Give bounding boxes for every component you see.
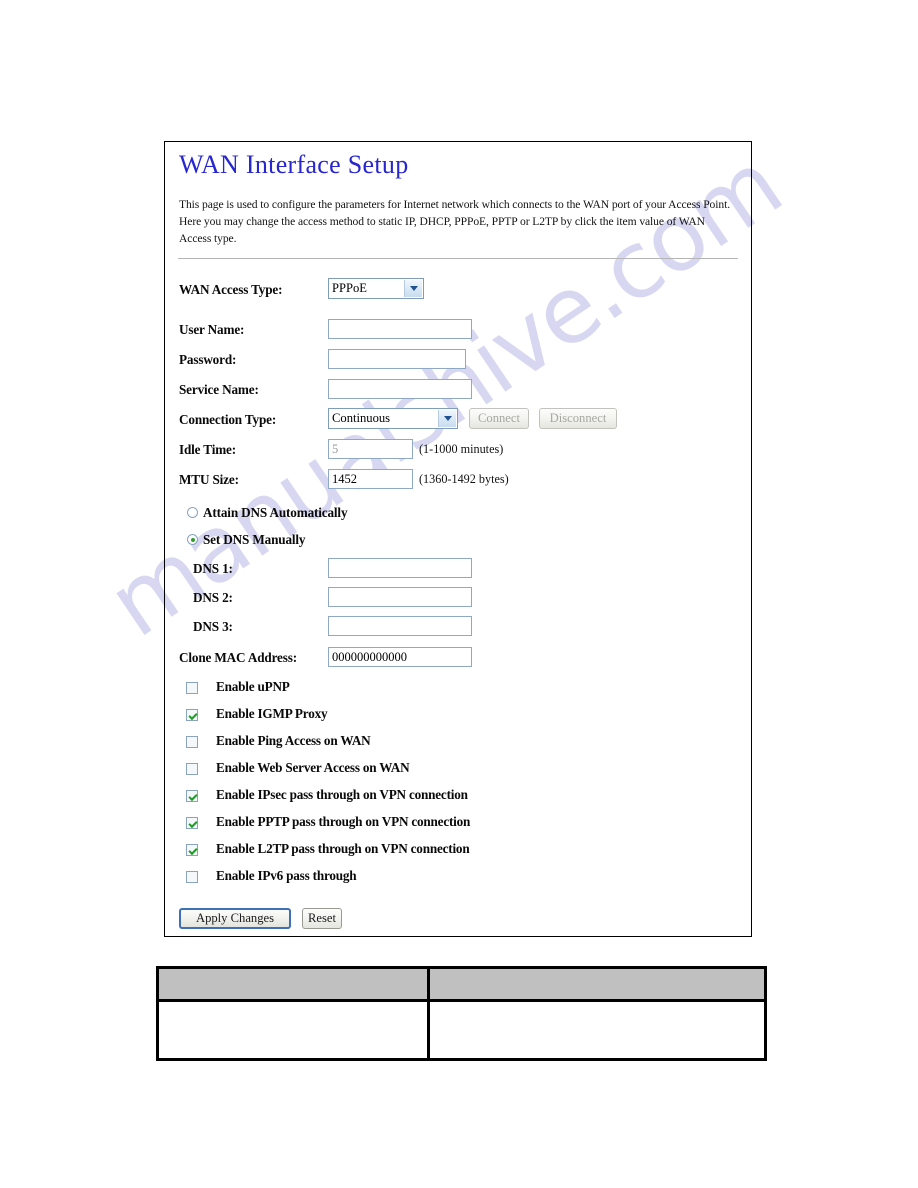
- checkbox-label: Enable IPv6 pass through: [216, 868, 357, 883]
- dns2-label: DNS 2:: [193, 590, 233, 605]
- connection-type-label: Connection Type:: [179, 412, 277, 427]
- checkbox-icon[interactable]: [186, 709, 198, 721]
- table-cell-1: [156, 999, 430, 1061]
- radio-label: Set DNS Manually: [203, 532, 306, 547]
- checkbox-label: Enable IGMP Proxy: [216, 706, 328, 721]
- checkbox-icon[interactable]: [186, 871, 198, 883]
- page-description: This page is used to configure the param…: [179, 198, 730, 245]
- dns3-label: DNS 3:: [193, 619, 233, 634]
- section-divider: [178, 258, 738, 259]
- wan-access-type-label: WAN Access Type:: [179, 282, 283, 297]
- idle-time-label: Idle Time:: [179, 442, 236, 457]
- connection-type-select[interactable]: Continuous: [328, 408, 458, 429]
- table-header-row: [156, 966, 767, 1002]
- idle-time-input[interactable]: 5: [328, 439, 413, 459]
- wan-access-type-select[interactable]: PPPoE: [328, 278, 424, 299]
- mtu-size-hint: (1360-1492 bytes): [419, 472, 509, 486]
- wan-access-type-value: PPPoE: [332, 281, 368, 295]
- connect-button[interactable]: Connect: [469, 408, 529, 429]
- service-name-label: Service Name:: [179, 382, 259, 397]
- checkbox-icon[interactable]: [186, 763, 198, 775]
- checkbox-label: Enable PPTP pass through on VPN connecti…: [216, 814, 471, 829]
- page-title: WAN Interface Setup: [179, 150, 409, 179]
- disconnect-button[interactable]: Disconnect: [539, 408, 617, 429]
- checkbox-label: Enable uPNP: [216, 679, 290, 694]
- checkbox-icon[interactable]: [186, 682, 198, 694]
- dns3-input[interactable]: [328, 616, 472, 636]
- reset-button[interactable]: Reset: [302, 908, 342, 929]
- chevron-down-icon[interactable]: [438, 410, 456, 427]
- checkbox-icon[interactable]: [186, 790, 198, 802]
- mtu-size-label: MTU Size:: [179, 472, 239, 487]
- mtu-size-input[interactable]: 1452: [328, 469, 413, 489]
- wan-interface-setup-panel: WAN Interface Setup This page is used to…: [164, 141, 752, 937]
- user-name-label: User Name:: [179, 322, 245, 337]
- clone-mac-address-input[interactable]: 000000000000: [328, 647, 472, 667]
- dns1-label: DNS 1:: [193, 561, 233, 576]
- clone-mac-address-label: Clone MAC Address:: [179, 650, 297, 665]
- table-header-cell-1: [156, 966, 430, 1002]
- table-cell-2: [427, 999, 767, 1061]
- password-input[interactable]: [328, 349, 466, 369]
- radio-label: Attain DNS Automatically: [203, 505, 348, 520]
- dns2-input[interactable]: [328, 587, 472, 607]
- checkbox-label: Enable IPsec pass through on VPN connect…: [216, 787, 468, 802]
- idle-time-hint: (1-1000 minutes): [419, 442, 504, 456]
- service-name-input[interactable]: [328, 379, 472, 399]
- checkbox-icon[interactable]: [186, 817, 198, 829]
- bottom-table: [156, 966, 767, 1061]
- apply-changes-button[interactable]: Apply Changes: [179, 908, 291, 929]
- checkbox-label: Enable L2TP pass through on VPN connecti…: [216, 841, 470, 856]
- checkbox-label: Enable Web Server Access on WAN: [216, 760, 410, 775]
- checkbox-icon[interactable]: [186, 844, 198, 856]
- checkbox-icon[interactable]: [186, 736, 198, 748]
- user-name-input[interactable]: [328, 319, 472, 339]
- table-header-cell-2: [427, 966, 767, 1002]
- chevron-down-icon[interactable]: [404, 280, 422, 297]
- radio-icon[interactable]: [187, 534, 198, 545]
- connection-type-value: Continuous: [332, 411, 391, 425]
- radio-icon[interactable]: [187, 507, 198, 518]
- password-label: Password:: [179, 352, 237, 367]
- table-row: [156, 999, 767, 1061]
- dns1-input[interactable]: [328, 558, 472, 578]
- checkbox-label: Enable Ping Access on WAN: [216, 733, 371, 748]
